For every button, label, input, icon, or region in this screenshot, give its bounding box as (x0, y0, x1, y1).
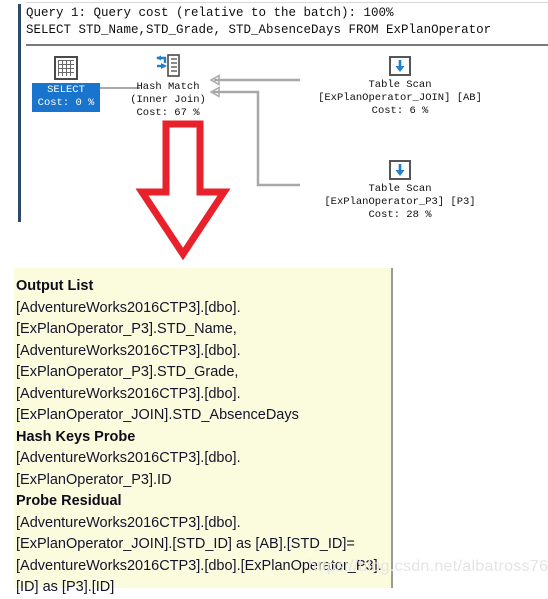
red-down-arrow-icon (128, 120, 238, 261)
plan-pane-left-border (18, 4, 21, 222)
tooltip-line: [AdventureWorks2016CTP3].[dbo]. (16, 450, 241, 466)
plan-header-divider (26, 44, 548, 46)
query-cost-line: Query 1: Query cost (relative to the bat… (26, 6, 394, 20)
table-scan-icon (389, 160, 411, 180)
tooltip-heading: Probe Residual (16, 493, 122, 509)
plan-header: Query 1: Query cost (relative to the bat… (26, 5, 548, 43)
tooltip-line: [ExPlanOperator_JOIN].[STD_ID] as [AB].[… (16, 536, 355, 552)
execution-plan-pane[interactable]: Query 1: Query cost (relative to the bat… (0, 0, 548, 228)
tooltip-line: [ExPlanOperator_JOIN].STD_AbsenceDays (16, 407, 299, 423)
table-scan-icon (389, 56, 411, 76)
tooltip-line: [ExPlanOperator_P3].ID (16, 471, 172, 488)
select-node-label: SELECT (47, 84, 85, 96)
plan-node-hash-match[interactable]: Hash Match (Inner Join) Cost: 67 % (122, 54, 214, 120)
table-scan-join-line-2: [ExPlanOperator_JOIN] [AB] (318, 92, 482, 104)
hash-match-line-2: (Inner Join) (130, 94, 206, 106)
table-scan-p3-line-2: [ExPlanOperator_P3] [P3] (324, 196, 476, 208)
table-scan-join-line-1: Table Scan (368, 79, 432, 91)
tooltip-line: [AdventureWorks2016CTP3].[dbo]. (16, 299, 241, 316)
plan-node-select[interactable]: SELECT Cost: 0 % (30, 56, 102, 112)
tooltip-section-probe-residual: Probe Residual [AdventureWorks2016CTP3].… (16, 491, 391, 599)
tooltip-section-hash-keys-probe: Hash Keys Probe [AdventureWorks2016CTP3]… (16, 427, 391, 492)
select-node-cost: Cost: 0 % (37, 97, 95, 109)
operator-tooltip-panel: Output List [AdventureWorks2016CTP3].[db… (14, 268, 393, 595)
plan-node-table-scan-p3[interactable]: Table Scan [ExPlanOperator_P3] [P3] Cost… (300, 160, 500, 222)
table-scan-p3-cost: Cost: 28 % (368, 209, 432, 221)
hash-match-icon (155, 54, 181, 78)
result-grid-icon (54, 56, 78, 80)
table-scan-join-cost: Cost: 6 % (371, 105, 429, 117)
tooltip-heading: Hash Keys Probe (16, 428, 136, 445)
tooltip-line: [AdventureWorks2016CTP3].[dbo]. (16, 342, 241, 359)
plan-top-divider (26, 2, 548, 3)
tooltip-line: [ExPlanOperator_P3].STD_Grade, (16, 364, 239, 380)
tooltip-line: [AdventureWorks2016CTP3].[dbo]. (16, 385, 241, 402)
select-node-highlight[interactable]: SELECT Cost: 0 % (31, 83, 101, 112)
hash-match-cost: Cost: 67 % (136, 107, 200, 119)
watermark-text: https://blog.csdn.net/albatross76 (308, 558, 548, 575)
tooltip-section-output-list: Output List [AdventureWorks2016CTP3].[db… (16, 276, 391, 427)
tooltip-line: [ExPlanOperator_P3].STD_Name, (16, 321, 237, 337)
tooltip-line: [ID] as [P3].[ID] (16, 579, 115, 595)
plan-node-table-scan-join[interactable]: Table Scan [ExPlanOperator_JOIN] [AB] Co… (300, 56, 500, 118)
tooltip-line: [AdventureWorks2016CTP3].[dbo]. (16, 514, 241, 531)
hash-match-line-1: Hash Match (136, 81, 200, 93)
query-sql-line: SELECT STD_Name,STD_Grade, STD_AbsenceDa… (26, 23, 492, 37)
tooltip-heading: Output List (16, 278, 94, 294)
table-scan-p3-line-1: Table Scan (368, 183, 432, 195)
